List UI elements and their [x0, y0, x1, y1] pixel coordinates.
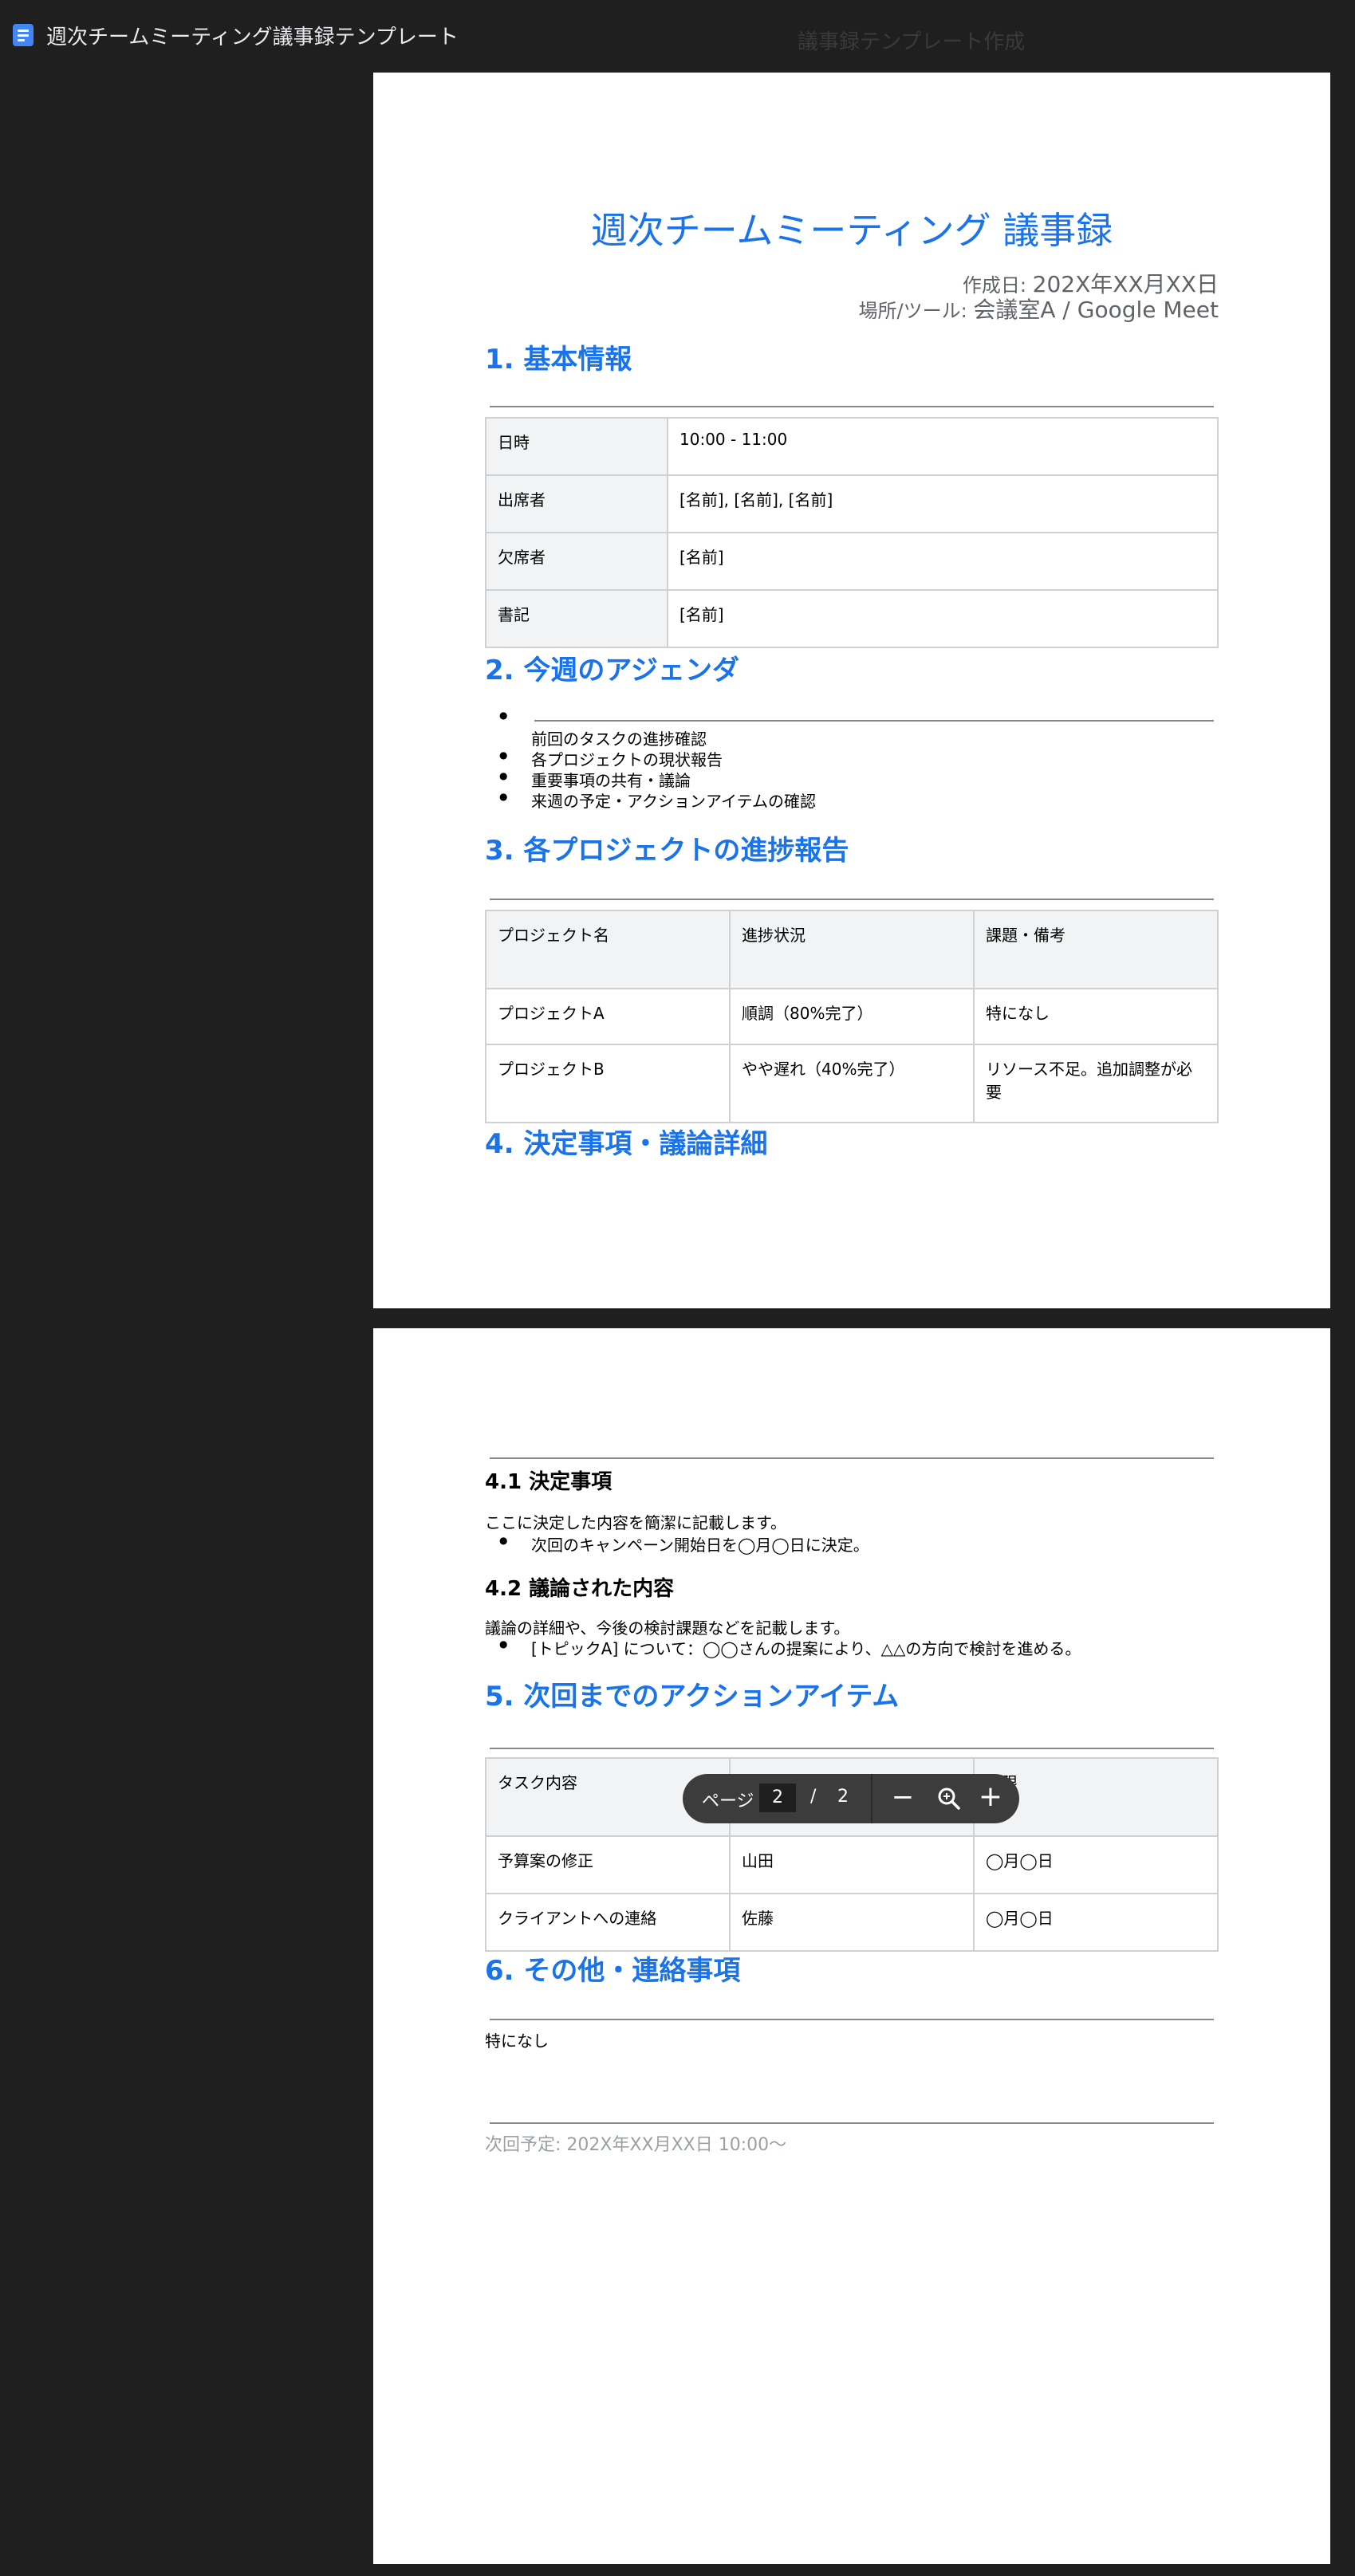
- table-row: プロジェクトB やや遅れ（40%完了） リソース不足。追加調整が必要: [485, 1044, 1219, 1123]
- table-cell-value: [名前]: [667, 532, 1219, 591]
- table-row: 欠席者 [名前]: [485, 532, 1219, 591]
- table-row: 日時 10:00 - 11:00: [485, 417, 1219, 476]
- table-cell: 特になし: [973, 988, 1219, 1045]
- doc-main-title: 週次チームミーティング 議事録: [590, 209, 1113, 252]
- table-row: 出席者 [名前], [名前], [名前]: [485, 474, 1219, 533]
- list-item: 重要事項の共有・議論: [499, 768, 691, 791]
- document-page-2: 4.1 決定事項 ここに決定した内容を簡潔に記載します。 次回のキャンペーン開始…: [373, 1328, 1330, 2564]
- table-cell-value: 10:00 - 11:00: [667, 417, 1219, 476]
- subsection-heading-4-1: 4.1 決定事項: [485, 1470, 613, 1494]
- table-cell: やや遅れ（40%完了）: [729, 1044, 975, 1123]
- meta-place-value: 会議室A / Google Meet: [973, 297, 1219, 323]
- table-row: 予算案の修正 山田 ◯月◯日: [485, 1835, 1219, 1894]
- page-label: ページ: [702, 1791, 754, 1811]
- minus-icon[interactable]: −: [887, 1781, 919, 1813]
- document-page-1: 週次チームミーティング 議事録 作成日: 202X年XX月XX日 場所/ツール:…: [373, 73, 1330, 1308]
- agenda-item: 来週の予定・アクションアイテムの確認: [531, 792, 816, 811]
- table-cell: プロジェクトB: [485, 1044, 731, 1123]
- section-heading-5: 5. 次回までのアクションアイテム: [485, 1681, 900, 1713]
- table-row: 書記 [名前]: [485, 589, 1219, 648]
- agenda-item: 重要事項の共有・議論: [531, 771, 691, 790]
- table-cell: 順調（80%完了）: [729, 988, 975, 1045]
- table-header-row: プロジェクト名 進捗状況 課題・備考: [485, 910, 1219, 989]
- divider: [490, 2122, 1214, 2124]
- list-item-empty: [499, 707, 531, 726]
- table-cell: 予算案の修正: [485, 1835, 731, 1894]
- divider: [490, 1457, 1214, 1459]
- window-title: 議事録テンプレート作成: [798, 30, 1026, 54]
- divider: [490, 2019, 1214, 2020]
- discussion-item: [トピックA] について：◯◯さんの提案により、△△の方向で検討を進める。: [531, 1639, 1081, 1658]
- plus-icon[interactable]: +: [975, 1781, 1006, 1813]
- divider: [490, 899, 1214, 900]
- section-heading-2: 2. 今週のアジェンダ: [485, 655, 740, 686]
- table-cell: ◯月◯日: [973, 1835, 1219, 1894]
- decision-item: 次回のキャンペーン開始日を◯月◯日に決定。: [531, 1536, 869, 1555]
- toolbar-divider: [871, 1774, 872, 1823]
- paragraph: 特になし: [485, 2031, 549, 2051]
- table-cell: リソース不足。追加調整が必要: [973, 1044, 1219, 1123]
- subsection-heading-4-2: 4.2 議論された内容: [485, 1577, 675, 1601]
- meta-place: 場所/ツール: 会議室A / Google Meet: [859, 293, 1219, 324]
- table-row: クライアントへの連絡 佐藤 ◯月◯日: [485, 1893, 1219, 1952]
- divider: [534, 720, 1214, 722]
- page-separator: /: [810, 1787, 817, 1807]
- table-cell-label: 欠席者: [485, 532, 668, 591]
- table-cell: プロジェクトA: [485, 988, 731, 1045]
- list-item: 来週の予定・アクションアイテムの確認: [499, 789, 816, 812]
- list-item: 各プロジェクトの現状報告: [499, 747, 723, 770]
- magnifier-icon[interactable]: [933, 1783, 965, 1815]
- column-header: プロジェクト名: [485, 910, 731, 989]
- next-meeting-note: 次回予定: 202X年XX月XX日 10:00〜: [485, 2135, 787, 2155]
- table-cell-label: 出席者: [485, 474, 668, 533]
- document-icon: [13, 24, 33, 46]
- page-total: 2: [837, 1787, 849, 1807]
- agenda-item: 各プロジェクトの現状報告: [531, 750, 723, 769]
- table-cell: クライアントへの連絡: [485, 1893, 731, 1952]
- column-header: 課題・備考: [973, 910, 1219, 989]
- table-cell: ◯月◯日: [973, 1893, 1219, 1952]
- divider: [490, 1748, 1214, 1749]
- agenda-item: 前回のタスクの進捗確認: [531, 730, 707, 749]
- table-cell-label: 書記: [485, 589, 668, 648]
- table-cell-value: [名前]: [667, 589, 1219, 648]
- paragraph: ここに決定した内容を簡潔に記載します。: [485, 1513, 786, 1532]
- paragraph: 議論の詳細や、今後の検討課題などを記載します。: [485, 1618, 850, 1638]
- top-bar: 週次チームミーティング議事録テンプレート 議事録テンプレート作成: [0, 0, 1355, 72]
- document-title: 週次チームミーティング議事録テンプレート: [46, 26, 459, 49]
- list-item: [トピックA] について：◯◯さんの提案により、△△の方向で検討を進める。: [499, 1636, 1081, 1659]
- page-navigation-toolbar: ページ 2 / 2 − +: [683, 1774, 1019, 1823]
- table-cell: 佐藤: [729, 1893, 975, 1952]
- table-cell: 山田: [729, 1835, 975, 1894]
- basic-info-table: 日時 10:00 - 11:00 出席者 [名前], [名前], [名前] 欠席者[…: [485, 417, 1219, 648]
- meta-place-label: 場所/ツール:: [858, 300, 974, 322]
- section-heading-1: 1. 基本情報: [485, 344, 632, 376]
- table-cell-value: [名前], [名前], [名前]: [667, 474, 1219, 533]
- section-heading-4: 4. 決定事項・議論詳細: [485, 1128, 768, 1160]
- table-row: プロジェクトA 順調（80%完了） 特になし: [485, 988, 1219, 1045]
- section-heading-6: 6. その他・連絡事項: [485, 1955, 741, 1987]
- divider: [490, 406, 1214, 407]
- project-progress-table: プロジェクト名 進捗状況 課題・備考 プロジェクトA 順調（80%完了） 特になし プロ…: [485, 910, 1219, 1123]
- section-heading-3: 3. 各プロジェクトの進捗報告: [485, 835, 849, 867]
- column-header: 進捗状況: [729, 910, 975, 989]
- list-item: 次回のキャンペーン開始日を◯月◯日に決定。: [499, 1532, 869, 1555]
- table-cell-label: 日時: [485, 417, 668, 476]
- page-number-input[interactable]: 2: [759, 1784, 796, 1812]
